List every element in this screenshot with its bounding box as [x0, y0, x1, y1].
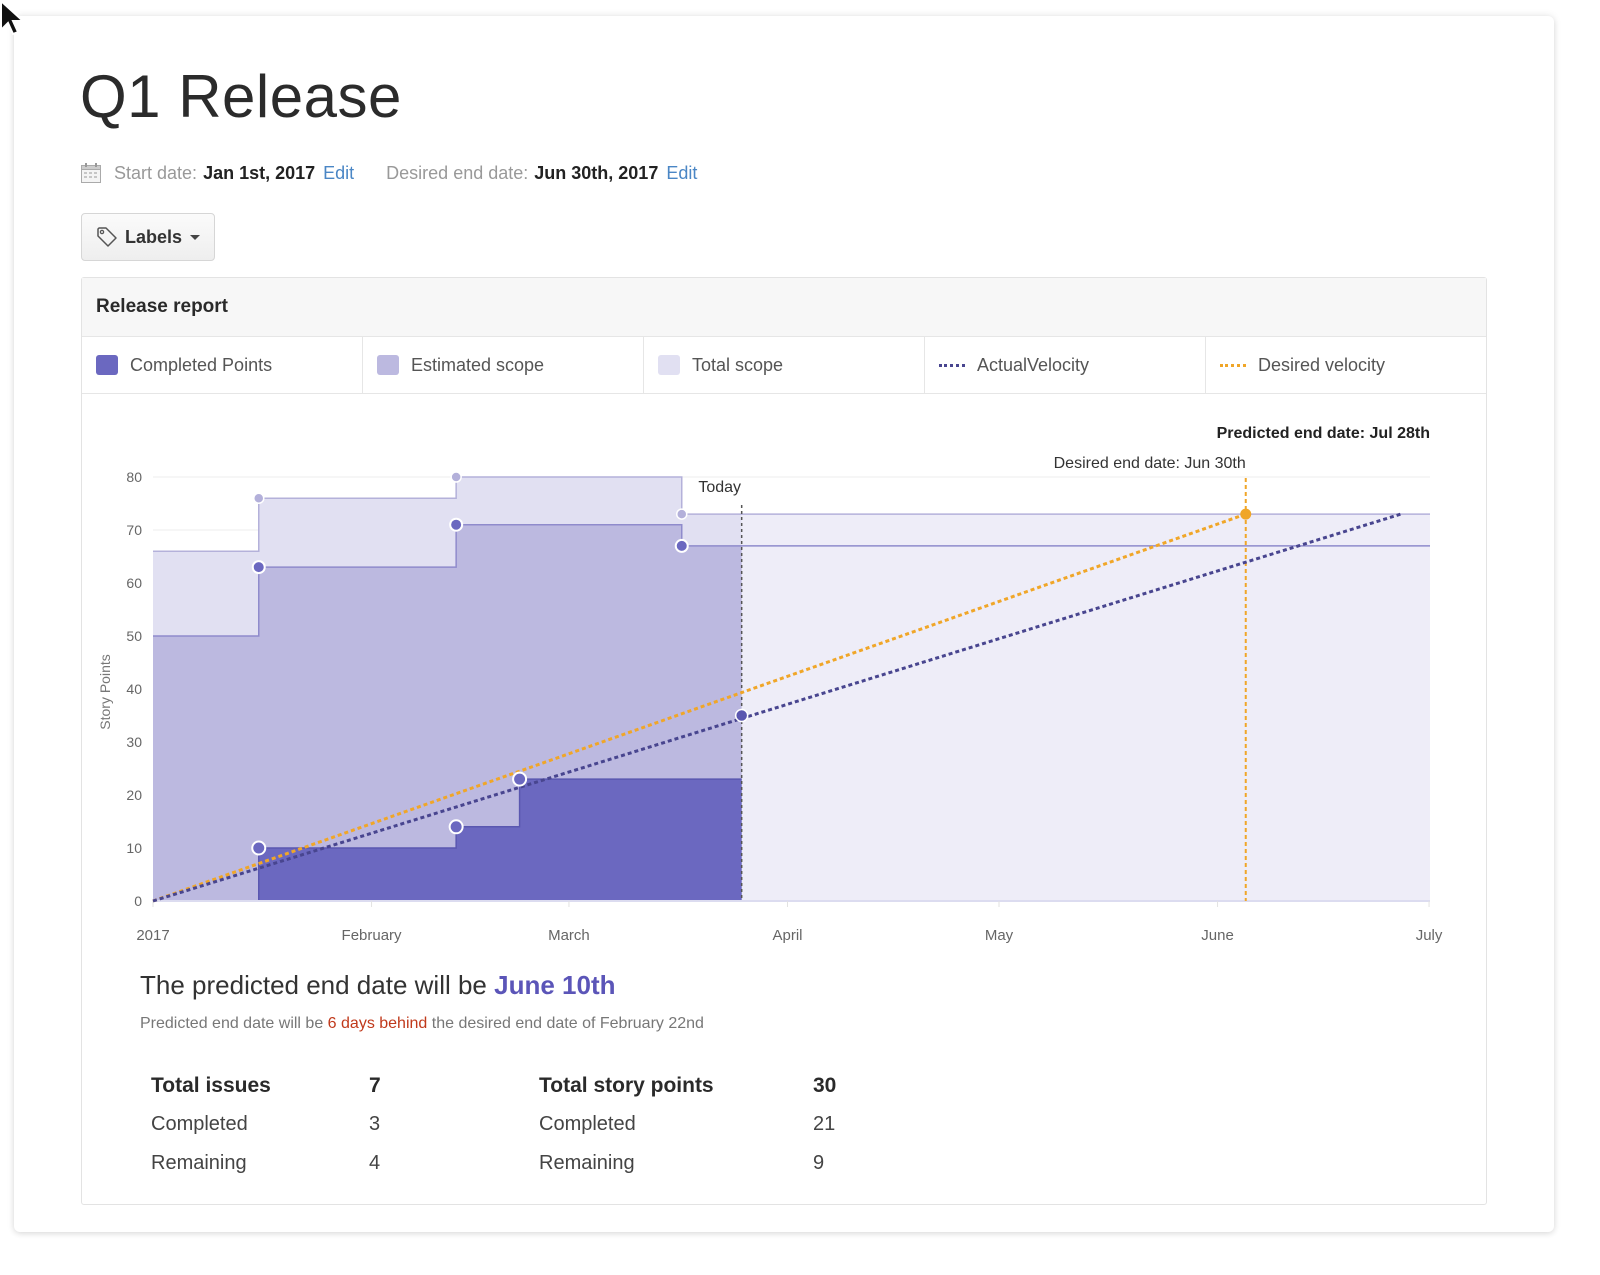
y-tick-label: 50	[126, 628, 142, 644]
x-tick-label: June	[1201, 927, 1234, 944]
estimated-scope-marker	[674, 538, 689, 553]
predicted-date: June 10th	[494, 970, 616, 1000]
x-tick-label: March	[548, 927, 590, 944]
stats-row: Total issues 7	[151, 1073, 381, 1097]
story-points-stats: Total story points 30 Completed 21 Remaini…	[539, 1066, 836, 1183]
y-tick-label: 80	[126, 469, 142, 485]
y-tick-label: 40	[126, 681, 142, 697]
actual-velocity-marker	[734, 708, 749, 723]
x-tick-label: July	[1416, 927, 1443, 944]
completed-points-marker	[512, 771, 528, 787]
completed-points-marker	[251, 840, 267, 856]
stats-row: Remaining 4	[151, 1152, 381, 1174]
stats-row: Completed 21	[539, 1113, 836, 1135]
y-axis-label: Story Points	[97, 654, 113, 729]
desired-end-label: Desired end date: Jun 30th	[1054, 455, 1246, 472]
burnup-chart: 0 10 20 30 40 50 60 70 80 Story Points 2017 Februar…	[97, 425, 1443, 944]
predicted-end-label: Predicted end date: Jul 28th	[1217, 425, 1430, 442]
desired-velocity-marker	[1240, 508, 1252, 520]
issues-stats: Total issues 7 Completed 3 Remaining 4	[151, 1066, 381, 1183]
estimated-scope-marker	[449, 517, 464, 532]
stats-row: Completed 3	[151, 1113, 381, 1135]
y-tick-label: 70	[126, 522, 142, 538]
total-scope-marker	[253, 492, 265, 504]
total-scope-marker	[676, 508, 688, 520]
stats-row: Total story points 30	[539, 1073, 837, 1097]
prediction-detail: Predicted end date will be 6 days behind…	[140, 1015, 704, 1032]
y-tick-label: 60	[126, 575, 142, 591]
x-tick-label: February	[342, 927, 403, 944]
y-tick-label: 30	[126, 734, 142, 750]
estimated-scope-marker	[251, 560, 266, 575]
y-tick-label: 10	[126, 840, 142, 856]
prediction-headline: The predicted end date will be June 10th	[140, 970, 616, 1000]
y-tick-label: 20	[126, 787, 142, 803]
x-tick-label: 2017	[136, 927, 169, 944]
x-tick-label: May	[985, 927, 1014, 944]
x-tick-label: April	[772, 927, 802, 944]
stats-row: Remaining 9	[539, 1152, 825, 1174]
today-label: Today	[698, 479, 741, 496]
y-tick-label: 0	[134, 893, 142, 909]
days-behind: 6 days behind	[327, 1015, 428, 1032]
total-scope-marker	[450, 471, 462, 483]
completed-points-marker	[448, 819, 464, 835]
prediction-summary: The predicted end date will be June 10th…	[140, 970, 704, 1033]
